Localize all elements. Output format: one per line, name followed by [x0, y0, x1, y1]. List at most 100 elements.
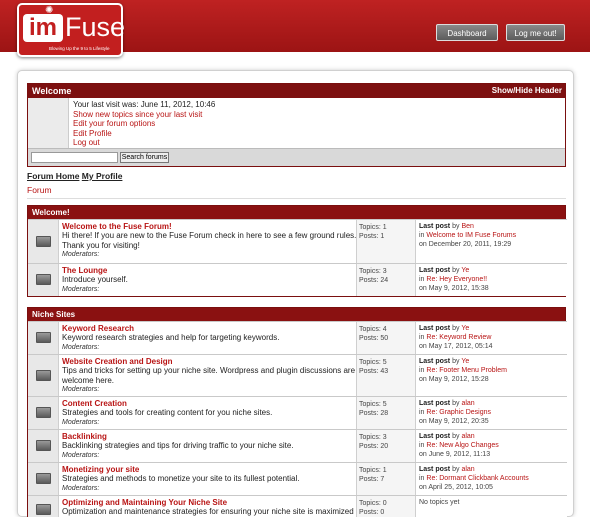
forum-board-icon: [36, 504, 51, 515]
forum-row: Content Creation Strategies and tools fo…: [28, 396, 567, 429]
forum-board-icon: [36, 440, 51, 451]
forum-description: Introduce yourself.: [62, 275, 128, 285]
forum-row: Backlinking Backlinking strategies and t…: [28, 429, 567, 462]
last-post-date: on May 9, 2012, 15:38: [419, 285, 489, 292]
last-post-label: Last post: [419, 267, 451, 274]
welcome-header: Welcome Show/Hide Header: [28, 84, 565, 98]
last-post-user-link[interactable]: Ye: [461, 325, 469, 332]
last-post: Last post by Ye in Re: Footer Menu Probl…: [419, 357, 565, 384]
tab-my-profile[interactable]: My Profile: [82, 171, 123, 181]
category-welcome: Welcome! Welcome to the Fuse Forum! Hi t…: [27, 205, 567, 297]
forum-row: Website Creation and Design Tips and tri…: [28, 354, 567, 396]
topics-count: Topics: 0: [359, 500, 387, 507]
last-post-thread-link[interactable]: Re: Hey Everyone!!: [426, 276, 487, 283]
show-hide-header-toggle[interactable]: Show/Hide Header: [492, 84, 562, 98]
posts-count: Posts: 50: [359, 335, 389, 342]
last-post-label: Last post: [419, 325, 451, 332]
forum-stats: Topics: 4 Posts: 50: [356, 322, 416, 354]
last-post-date: on May 9, 2012, 20:35: [419, 418, 489, 425]
edit-forum-options-link[interactable]: Edit your forum options: [73, 119, 215, 129]
forum-title-link[interactable]: Website Creation and Design: [62, 357, 357, 366]
forum-row: Keyword Research Keyword research strate…: [28, 321, 567, 354]
topics-count: Topics: 5: [359, 401, 387, 408]
last-post-date: on December 20, 2011, 19:29: [419, 241, 512, 248]
topics-count: Topics: 1: [359, 467, 387, 474]
moderators-label: Moderators:: [62, 385, 100, 393]
last-post-label: Last post: [419, 400, 451, 407]
category-niche-sites: Niche Sites Keyword Research Keyword res…: [27, 307, 567, 517]
forum-stats: Topics: 1 Posts: 7: [356, 463, 416, 495]
forum-title-link[interactable]: Content Creation: [62, 399, 357, 408]
no-topics-text: No topics yet: [419, 499, 460, 506]
edit-profile-link[interactable]: Edit Profile: [73, 129, 215, 139]
forum-stats: Topics: 3 Posts: 20: [356, 430, 416, 462]
forum-stats: Topics: 5 Posts: 28: [356, 397, 416, 429]
forum-board-icon: [36, 236, 51, 247]
logout-button[interactable]: Log me out!: [506, 24, 565, 41]
last-post-user-link[interactable]: Ben: [461, 223, 473, 230]
forum-board-icon: [36, 407, 51, 418]
moderators-label: Moderators:: [62, 343, 100, 351]
moderators-label: Moderators:: [62, 250, 100, 258]
topics-count: Topics: 1: [359, 224, 387, 231]
new-topics-link[interactable]: Show new topics since your last visit: [73, 110, 215, 120]
forum-title-link[interactable]: Backlinking: [62, 432, 357, 441]
posts-count: Posts: 0: [359, 509, 385, 516]
forum-stats: Topics: 3 Posts: 24: [356, 264, 416, 296]
last-post-thread-link[interactable]: Re: Keyword Review: [426, 334, 491, 341]
search-input[interactable]: [31, 152, 118, 163]
imfuse-logo[interactable]: ✺ im Fuse Blowing Up the 9 to 5 Lifestyl…: [17, 3, 125, 57]
forum-row: The Lounge Introduce yourself. Moderator…: [28, 263, 567, 296]
last-post-thread-link[interactable]: Welcome to IM Fuse Forums: [426, 232, 516, 239]
last-post: Last post by Ye in Re: Hey Everyone!! on…: [419, 266, 565, 293]
search-row: Search forums: [28, 148, 565, 166]
last-post-label: Last post: [419, 358, 451, 365]
category-header: Welcome!: [28, 206, 565, 219]
posts-count: Posts: 7: [359, 476, 385, 483]
tab-forum-home[interactable]: Forum Home: [27, 171, 79, 181]
last-post: Last post by alan in Re: Dormant Clickba…: [419, 465, 565, 492]
forum-description: Tips and tricks for setting up your nich…: [62, 366, 356, 385]
last-post-date: on June 9, 2012, 11:13: [419, 451, 491, 458]
last-post-user-link[interactable]: Ye: [461, 267, 469, 274]
forum-stats: Topics: 5 Posts: 43: [356, 355, 416, 396]
last-post-thread-link[interactable]: Re: Dormant Clickbank Accounts: [426, 475, 528, 482]
forum-description: Backlinking strategies and tips for driv…: [62, 441, 294, 451]
forum-board-icon: [36, 274, 51, 285]
posts-count: Posts: 43: [359, 368, 389, 375]
welcome-body: Your last visit was: June 11, 2012, 10:4…: [28, 98, 565, 148]
topics-count: Topics: 3: [359, 268, 387, 275]
forum-tabs: Forum Home My Profile: [27, 171, 122, 181]
last-post-date: on April 25, 2012, 10:05: [419, 484, 493, 491]
forum-title-link[interactable]: Keyword Research: [62, 324, 357, 333]
forum-title-link[interactable]: The Lounge: [62, 266, 357, 275]
last-post-thread-link[interactable]: Re: New Algo Changes: [426, 442, 498, 449]
dashboard-button[interactable]: Dashboard: [436, 24, 498, 41]
log-out-link[interactable]: Log out: [73, 138, 215, 148]
forum-row: Optimizing and Maintaining Your Niche Si…: [28, 495, 567, 517]
breadcrumb[interactable]: Forum: [27, 185, 52, 195]
last-post: No topics yet: [419, 498, 565, 507]
forum-title-link[interactable]: Monetizing your site: [62, 465, 357, 474]
last-post: Last post by alan in Re: Graphic Designs…: [419, 399, 565, 426]
last-post-user-link[interactable]: alan: [461, 466, 474, 473]
search-forums-button[interactable]: Search forums: [120, 152, 169, 163]
last-post-user-link[interactable]: alan: [461, 400, 474, 407]
last-post: Last post by Ye in Re: Keyword Review on…: [419, 324, 565, 351]
forum-title-link[interactable]: Welcome to the Fuse Forum!: [62, 222, 357, 231]
last-post-thread-link[interactable]: Re: Graphic Designs: [426, 409, 491, 416]
divider: [27, 198, 566, 199]
logo-im-text: im: [23, 14, 63, 42]
last-post-user-link[interactable]: alan: [461, 433, 474, 440]
posts-count: Posts: 24: [359, 277, 389, 284]
forum-stats: Topics: 1 Posts: 1: [356, 220, 416, 263]
forum-title-link[interactable]: Optimizing and Maintaining Your Niche Si…: [62, 498, 357, 507]
forum-description: Keyword research strategies and help for…: [62, 333, 280, 343]
last-post-thread-link[interactable]: Re: Footer Menu Problem: [426, 367, 507, 374]
posts-count: Posts: 1: [359, 233, 385, 240]
last-post-user-link[interactable]: Ye: [461, 358, 469, 365]
forum-stats: Topics: 0 Posts: 0: [356, 496, 416, 517]
moderators-label: Moderators:: [62, 285, 100, 293]
forum-row: Welcome to the Fuse Forum! Hi there! If …: [28, 219, 567, 263]
last-post-date: on May 9, 2012, 15:28: [419, 376, 489, 383]
